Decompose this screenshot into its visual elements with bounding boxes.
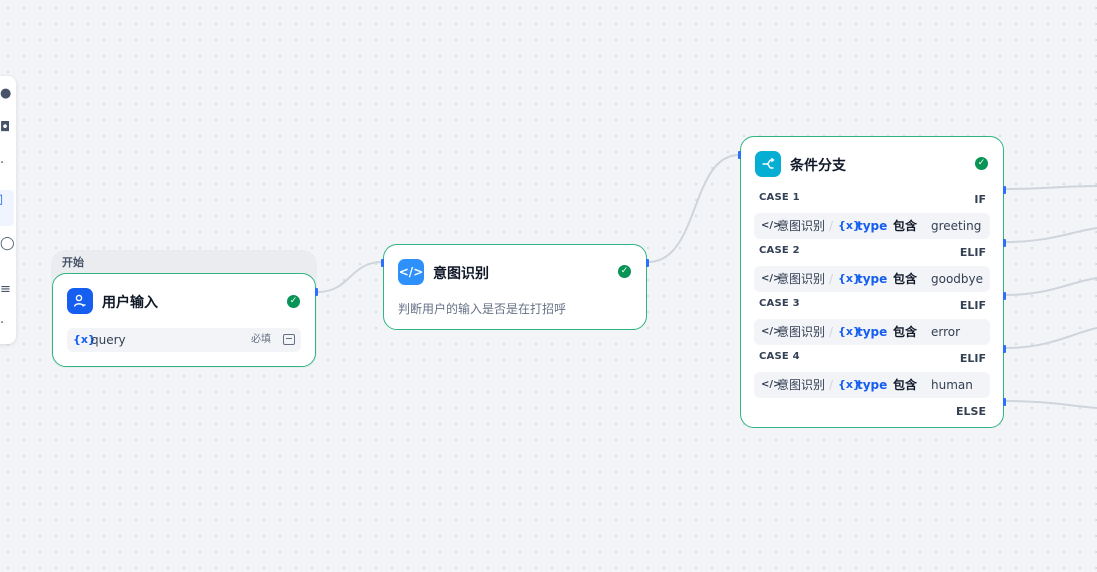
condition-separator: / [829,378,834,392]
case-4-condition[interactable]: </> 意图识别 / {x} type 包含 human [754,372,990,398]
variable-name: query [91,333,126,347]
condition-node-name: 意图识别 [777,272,826,286]
case-1-condition[interactable]: </> 意图识别 / {x} type 包含 greeting [754,213,990,239]
condition-value: human [931,378,973,392]
edge-case4-out [1004,327,1097,349]
text-input-type-icon [283,334,295,345]
user-input-icon [67,288,93,314]
branch-icon [755,151,781,177]
condition-value: error [931,325,961,339]
condition-separator: / [829,272,834,286]
branch-node[interactable]: 条件分支 ✓ CASE 1 IF </> 意图识别 / {x} type 包含 … [738,136,1006,428]
condition-operator: 包含 [893,272,918,286]
check-circle-icon: ✓ [618,265,631,278]
hand-tool-icon[interactable]: ◘ [0,118,16,138]
intent-input-handle[interactable] [381,259,384,267]
edge-case3-out [1004,277,1097,296]
case-1-handle[interactable] [1003,186,1006,194]
condition-value: goodbye [931,272,984,286]
intent-node[interactable]: </> 意图识别 ✓ 判断用户的输入是否是在打招呼 [381,244,649,330]
intent-description: 判断用户的输入是否是在打招呼 [398,302,567,316]
branch-node-title: 条件分支 [790,158,846,174]
start-node[interactable]: 用户输入 ✓ {x} query 必填 [52,273,318,367]
condition-node-name: 意图识别 [777,219,826,233]
case-1-keyword: IF [974,193,986,206]
edge-case2-out [1004,227,1097,243]
workflow-canvas[interactable]: ● ◘ · ▯ ◯ ≡ · 开始 用户输入 ✓ {x} query 必填 </>… [0,0,1097,572]
else-keyword: ELSE [956,405,986,418]
condition-operator: 包含 [893,325,918,339]
pointer-tool-icon[interactable]: ● [0,84,16,104]
check-circle-icon: ✓ [975,157,988,170]
case-3-handle[interactable] [1003,292,1006,300]
start-node-title: 用户输入 [102,295,158,311]
condition-separator: / [829,219,834,233]
required-label: 必填 [251,334,271,345]
edge-start-intent [317,261,383,293]
start-variable-row[interactable]: {x} query 必填 [67,328,301,352]
condition-separator: / [829,325,834,339]
case-3-keyword: ELIF [959,299,986,312]
check-circle-icon: ✓ [287,295,300,308]
condition-operator: 包含 [893,219,918,233]
separator-icon: · [0,156,5,171]
condition-variable: type [857,325,888,339]
canvas-toolbar: ● ◘ · ▯ ◯ ≡ · [0,76,16,344]
case-3-label: CASE 3 [759,298,800,309]
else-handle[interactable] [1003,398,1006,406]
more-tool-icon[interactable]: · [0,314,16,334]
case-4-label: CASE 4 [759,351,800,362]
start-group-label: 开始 [62,256,84,269]
case-2-keyword: ELIF [959,246,986,259]
case-4-handle[interactable] [1003,345,1006,353]
case-4-keyword: ELIF [959,352,986,365]
condition-node-name: 意图识别 [777,378,826,392]
comment-tool-icon[interactable]: ◯ [0,234,16,254]
branch-input-handle[interactable] [738,151,741,159]
intent-node-title: 意图识别 [433,266,489,282]
condition-operator: 包含 [893,378,918,392]
code-icon: </> [398,259,424,285]
condition-value: greeting [931,219,982,233]
intent-output-handle[interactable] [646,259,649,267]
edge-case1-out [1004,185,1097,190]
case-3-condition[interactable]: </> 意图识别 / {x} type 包含 error [754,319,990,345]
start-output-handle[interactable] [315,288,318,296]
edge-else-out [1004,400,1097,409]
condition-node-name: 意图识别 [777,325,826,339]
case-1-label: CASE 1 [759,192,800,203]
condition-variable: type [857,219,888,233]
condition-variable: type [857,378,888,392]
select-tool-icon[interactable]: ▯ [0,190,14,226]
case-2-condition[interactable]: </> 意图识别 / {x} type 包含 goodbye [754,266,990,292]
layout-tool-icon[interactable]: ≡ [0,280,16,300]
condition-variable: type [857,272,888,286]
case-2-label: CASE 2 [759,245,800,256]
edge-intent-branch [647,154,740,263]
case-2-handle[interactable] [1003,239,1006,247]
